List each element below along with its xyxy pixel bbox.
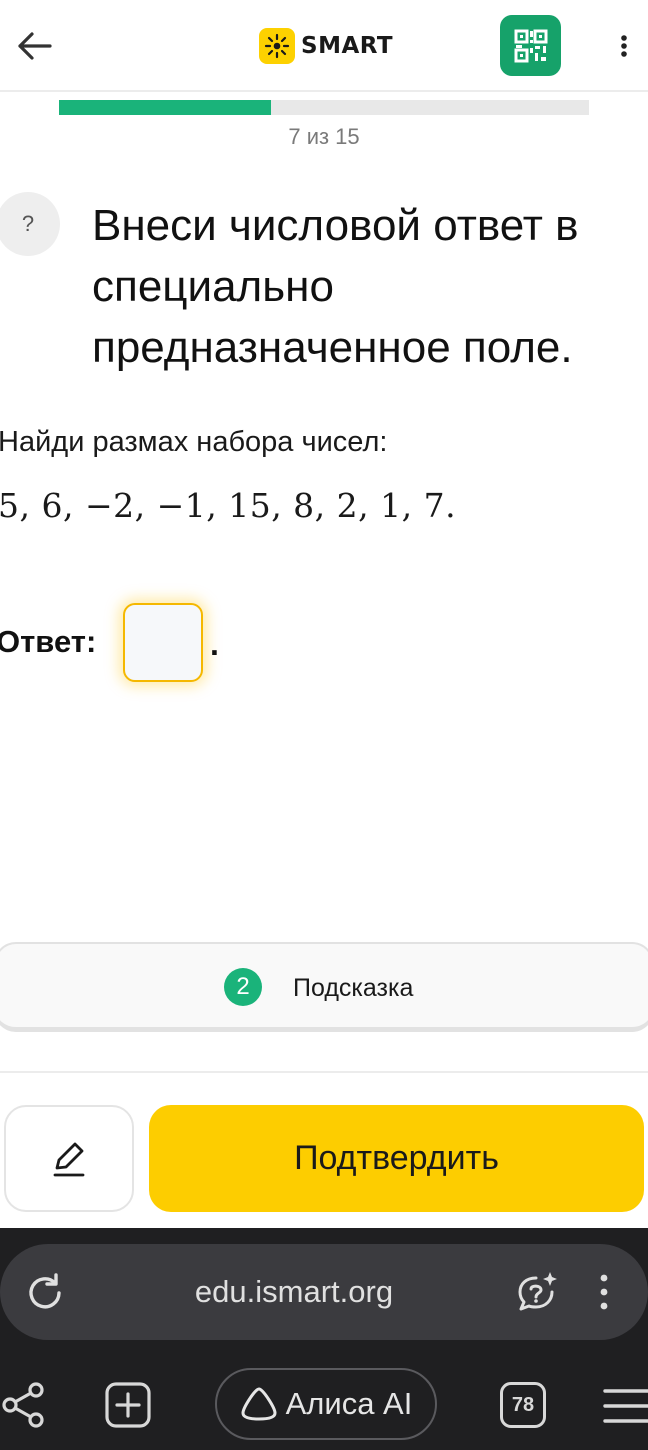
confirm-button[interactable]: Подтвердить	[149, 1105, 644, 1212]
question-title: Внеси числовой ответ в специально предна…	[92, 201, 579, 372]
tabs-count: 78	[511, 1393, 535, 1416]
more-options-button[interactable]	[606, 26, 642, 66]
vertical-dots-icon	[621, 35, 627, 57]
alice-icon	[241, 1387, 277, 1421]
pencil-icon	[53, 1142, 85, 1176]
hint-button[interactable]: 2 Подсказка	[0, 942, 648, 1032]
divider	[0, 1071, 648, 1073]
top-app-bar: SMART	[0, 0, 648, 92]
alice-chat-button[interactable]	[510, 1266, 562, 1318]
answer-suffix: .	[210, 626, 219, 662]
hint-label: Подсказка	[293, 974, 414, 1002]
menu-icon	[603, 1389, 648, 1423]
sun-icon	[259, 28, 295, 64]
answer-label: Ответ:	[0, 624, 97, 659]
qr-code-button[interactable]	[500, 15, 561, 76]
page-menu-button[interactable]	[588, 1270, 620, 1314]
brand-name: SMART	[301, 33, 394, 59]
draft-button[interactable]	[4, 1105, 134, 1212]
back-button[interactable]	[12, 24, 56, 68]
browser-nav-bar: Алиса AI 78	[0, 1366, 648, 1446]
hint-count-badge: 2	[224, 968, 262, 1006]
browser-toolbar: edu.ismart.org Алиса AI 78	[0, 1228, 648, 1450]
number-set: 5, 6, −2, −1, 15, 8, 2, 1, 7.	[0, 486, 457, 525]
share-icon	[2, 1382, 44, 1428]
task-text: Найди размах набора чисел:	[0, 426, 388, 458]
question-help-button[interactable]: ?	[0, 192, 60, 256]
progress-bar-fill	[59, 100, 271, 115]
alice-chat-icon	[518, 1272, 557, 1311]
answer-input[interactable]	[123, 603, 203, 682]
tabs-button[interactable]: 78	[500, 1382, 546, 1428]
alice-ai-button[interactable]: Алиса AI	[215, 1368, 437, 1440]
address-bar[interactable]: edu.ismart.org	[0, 1244, 648, 1340]
share-button[interactable]	[0, 1380, 48, 1430]
vertical-dots-icon	[600, 1274, 608, 1310]
arrow-left-icon	[18, 32, 52, 60]
smart-logo: SMART	[259, 28, 393, 64]
progress-bar	[59, 100, 589, 115]
alice-ai-label: Алиса AI	[285, 1386, 413, 1421]
new-tab-icon	[105, 1382, 151, 1428]
menu-button[interactable]	[602, 1386, 648, 1426]
url-text[interactable]: edu.ismart.org	[0, 1274, 588, 1310]
progress-label: 7 из 15	[288, 124, 360, 149]
qr-code-icon	[514, 29, 547, 62]
new-tab-button[interactable]	[104, 1381, 152, 1429]
question-mark-icon: ?	[21, 211, 35, 236]
